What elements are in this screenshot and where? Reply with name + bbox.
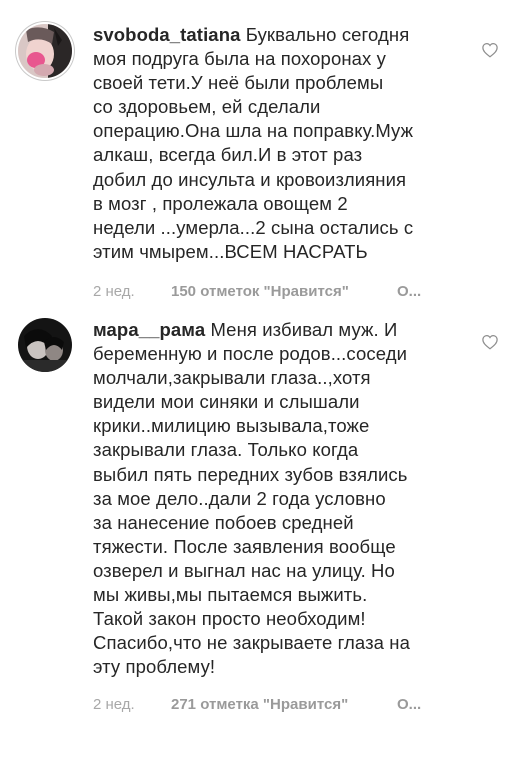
- comment-body: Меня избивал муж. И беременную и после р…: [93, 319, 411, 678]
- comment-meta: 2 нед. 271 отметка "Нравится" О...: [93, 696, 421, 713]
- reply-button[interactable]: О...: [397, 283, 421, 300]
- comment-body: Буквально сегодня моя подруга была на по…: [93, 24, 414, 262]
- avatar[interactable]: [18, 318, 72, 372]
- comment-time: 2 нед.: [93, 696, 135, 713]
- heart-icon[interactable]: [481, 41, 499, 59]
- avatar[interactable]: [18, 24, 72, 78]
- avatar-photo: [18, 24, 72, 78]
- reply-button[interactable]: О...: [397, 696, 421, 713]
- heart-icon[interactable]: [481, 333, 499, 351]
- comment-text: svoboda_tatiana Буквально сегодня моя по…: [93, 23, 413, 264]
- avatar-photo: [18, 318, 72, 372]
- comment-time: 2 нед.: [93, 283, 135, 300]
- comment-meta: 2 нед. 150 отметок "Нравится" О...: [93, 283, 421, 300]
- comment-username[interactable]: svoboda_tatiana: [93, 24, 241, 45]
- comment-likes[interactable]: 150 отметок "Нравится": [171, 283, 397, 300]
- comment-username[interactable]: мара__рама: [93, 319, 205, 340]
- comment-text: мара__рама Меня избивал муж. И беременну…: [93, 318, 410, 679]
- comment-likes[interactable]: 271 отметка "Нравится": [171, 696, 397, 713]
